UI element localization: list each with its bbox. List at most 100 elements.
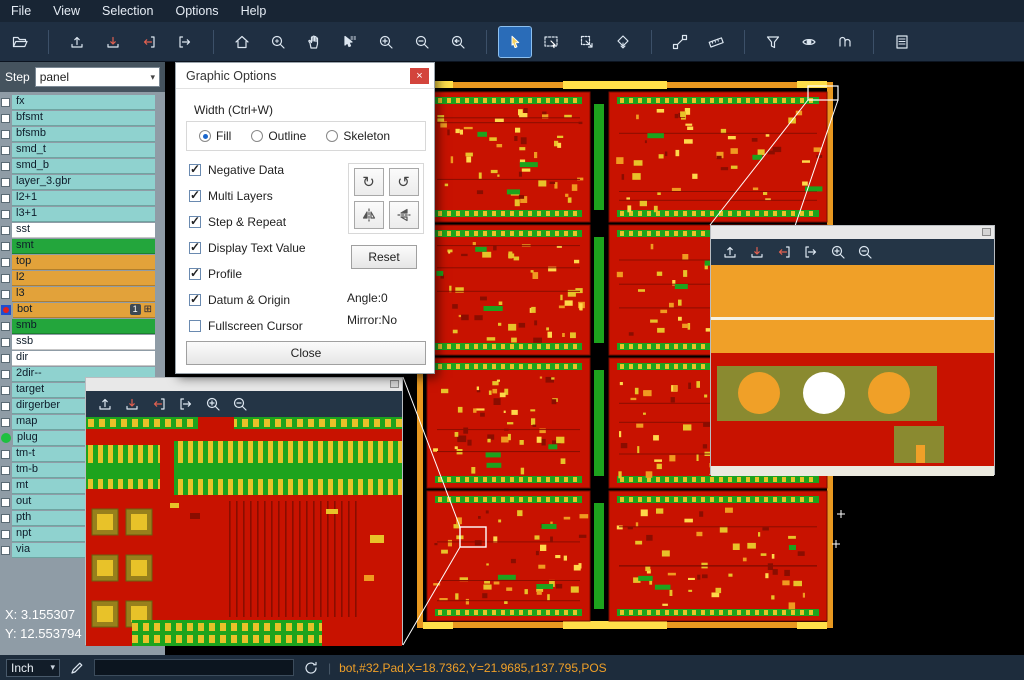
layer-row-smt[interactable]: smt (0, 238, 165, 254)
view-options-button[interactable] (793, 27, 825, 57)
window-box-icon[interactable] (390, 380, 399, 388)
open-file-button[interactable] (4, 27, 36, 57)
option-fullscreen-cursor[interactable]: Fullscreen Cursor (189, 317, 306, 334)
layer-visibility-checkbox[interactable] (1, 322, 10, 331)
option-multi-layers[interactable]: Multi Layers (189, 187, 306, 204)
menu-selection[interactable]: Selection (91, 0, 164, 22)
layer-visibility-checkbox[interactable] (1, 514, 10, 523)
export-down-button[interactable] (746, 242, 768, 262)
dialog-titlebar[interactable]: Graphic Options (176, 63, 434, 89)
zoom-in-button[interactable] (827, 242, 849, 262)
zoom-in-button[interactable] (202, 394, 224, 414)
layer-visibility-checkbox[interactable] (1, 402, 10, 411)
fill-mode-skeleton[interactable]: Skeleton (326, 129, 390, 143)
import-up-button[interactable] (61, 27, 93, 57)
rotate-ccw-button[interactable]: ↺ (389, 168, 419, 196)
export-right-button[interactable] (169, 27, 201, 57)
close-button[interactable]: Close (186, 341, 426, 365)
unit-select[interactable]: Inch ▾ (6, 659, 60, 677)
filter-button[interactable] (757, 27, 789, 57)
option-profile[interactable]: Profile (189, 265, 306, 282)
layer-visibility-checkbox[interactable] (1, 130, 10, 139)
magnifier-1-titlebar[interactable] (86, 378, 402, 391)
window-select-button[interactable] (535, 27, 567, 57)
zoom-window-button[interactable] (262, 27, 294, 57)
layer-visibility-checkbox[interactable] (1, 450, 10, 459)
layer-visibility-checkbox[interactable] (1, 274, 10, 283)
menu-help[interactable]: Help (230, 0, 278, 22)
layer-visibility-checkbox[interactable] (1, 178, 10, 187)
fill-mode-outline[interactable]: Outline (251, 129, 306, 143)
snap-button[interactable] (607, 27, 639, 57)
command-input[interactable] (94, 659, 294, 676)
option-datum-origin[interactable]: Datum & Origin (189, 291, 306, 308)
magnifier-2-titlebar[interactable] (711, 226, 994, 239)
layer-row-fx[interactable]: fx (0, 94, 165, 110)
zoom-out-button[interactable] (406, 27, 438, 57)
option-display-text-value[interactable]: Display Text Value (189, 239, 306, 256)
mirror-vertical-button[interactable] (389, 201, 419, 229)
layer-row-smd_b[interactable]: smd_b (0, 158, 165, 174)
layer-visibility-checkbox[interactable] (1, 482, 10, 491)
layer-visibility-checkbox[interactable] (1, 98, 10, 107)
zoom-in-button[interactable] (370, 27, 402, 57)
layer-visibility-checkbox[interactable] (1, 162, 10, 171)
select-object-button[interactable] (334, 27, 366, 57)
import-up-button[interactable] (719, 242, 741, 262)
export-left-button[interactable] (148, 394, 170, 414)
menu-view[interactable]: View (42, 0, 91, 22)
mirror-horizontal-button[interactable] (354, 201, 384, 229)
reset-button[interactable]: Reset (351, 245, 417, 269)
option-negative-data[interactable]: Negative Data (189, 161, 306, 178)
layer-visibility-checkbox[interactable] (1, 498, 10, 507)
layer-row-sst[interactable]: sst (0, 222, 165, 238)
fill-mode-fill[interactable]: Fill (199, 129, 231, 143)
layer-visibility-checkbox[interactable] (1, 338, 10, 347)
highlight-button[interactable] (829, 27, 861, 57)
layer-row-smb[interactable]: smb (0, 318, 165, 334)
layer-visibility-checkbox[interactable] (1, 386, 10, 395)
layer-visibility-checkbox[interactable] (1, 546, 10, 555)
layer-row-bfsmb[interactable]: bfsmb (0, 126, 165, 142)
export-down-button[interactable] (121, 394, 143, 414)
measure-button[interactable] (700, 27, 732, 57)
layer-visibility-checkbox[interactable] (1, 210, 10, 219)
layer-visibility-checkbox[interactable] (1, 290, 10, 299)
layer-row-smd_t[interactable]: smd_t (0, 142, 165, 158)
layer-row-bot[interactable]: bot1⊞ (0, 302, 165, 318)
layer-visibility-checkbox[interactable] (1, 258, 10, 267)
select-cursor-button[interactable] (499, 27, 531, 57)
zoom-out-button[interactable] (229, 394, 251, 414)
layer-visibility-checkbox[interactable] (1, 114, 10, 123)
layer-row-l3+1[interactable]: l3+1 (0, 206, 165, 222)
step-select[interactable]: panel ▾ (35, 67, 160, 87)
layer-visibility-checkbox[interactable] (1, 530, 10, 539)
zoom-previous-button[interactable] (442, 27, 474, 57)
layer-row-l2[interactable]: l2 (0, 270, 165, 286)
report-button[interactable] (886, 27, 918, 57)
menu-file[interactable]: File (0, 0, 42, 22)
layer-visibility-checkbox[interactable] (1, 226, 10, 235)
option-step-repeat[interactable]: Step & Repeat (189, 213, 306, 230)
import-up-button[interactable] (94, 394, 116, 414)
measure-point-button[interactable] (664, 27, 696, 57)
layer-visibility-checkbox[interactable] (1, 466, 10, 475)
layer-visibility-checkbox[interactable] (1, 370, 10, 379)
layer-visibility-checkbox[interactable] (1, 354, 10, 363)
export-left-button[interactable] (773, 242, 795, 262)
layer-visibility-checkbox[interactable] (1, 242, 10, 251)
layer-row-l3[interactable]: l3 (0, 286, 165, 302)
layer-row-ssb[interactable]: ssb (0, 334, 165, 350)
refresh-icon[interactable] (302, 659, 320, 677)
export-down-button[interactable] (97, 27, 129, 57)
close-icon[interactable]: × (410, 68, 429, 84)
export-right-button[interactable] (175, 394, 197, 414)
layer-row-l2+1[interactable]: l2+1 (0, 190, 165, 206)
layer-visibility-checkbox[interactable] (1, 194, 10, 203)
transform-button[interactable] (571, 27, 603, 57)
layer-row-bfsmt[interactable]: bfsmt (0, 110, 165, 126)
rotate-cw-button[interactable]: ↻ (354, 168, 384, 196)
zoom-out-button[interactable] (854, 242, 876, 262)
layer-visibility-checkbox[interactable] (1, 418, 10, 427)
menu-options[interactable]: Options (164, 0, 229, 22)
